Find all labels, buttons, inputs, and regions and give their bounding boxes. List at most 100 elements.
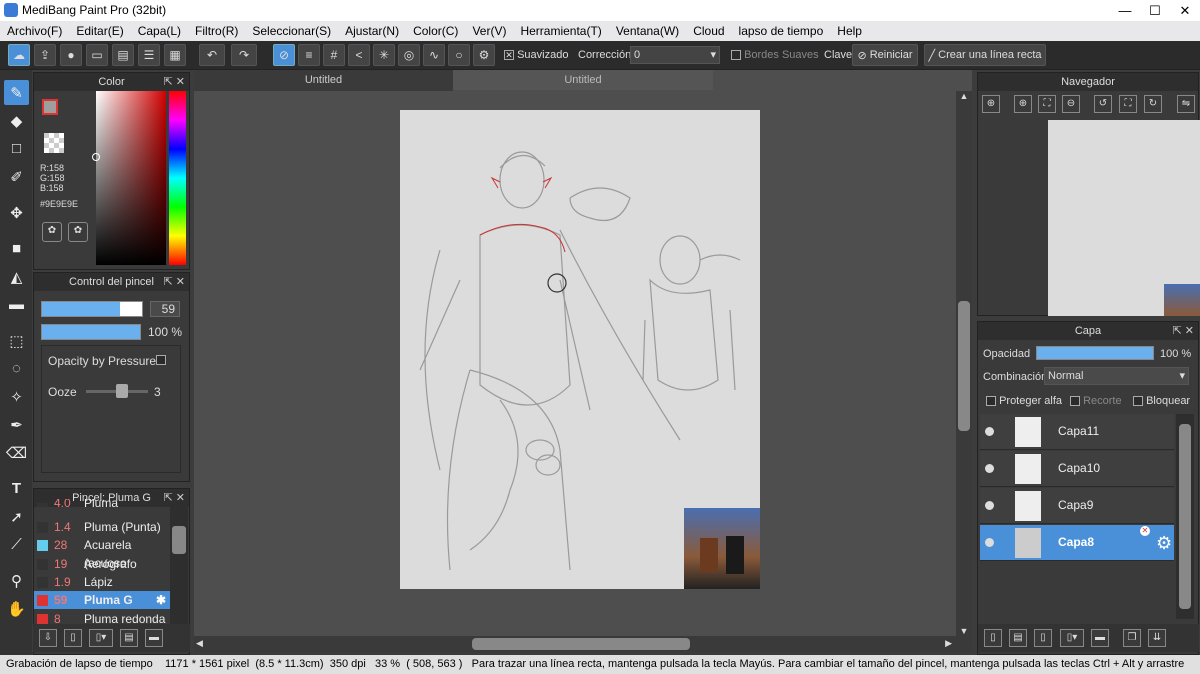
reset-view-icon[interactable]: ⛶ [1119,95,1137,113]
menu-color[interactable]: Color(C) [406,21,465,41]
transparent-color-swatch[interactable] [44,133,64,153]
menu-ventana[interactable]: Ventana(W) [609,21,686,41]
undo-icon[interactable]: ↶ [199,44,225,66]
upload-icon[interactable]: ⇪ [34,44,56,66]
hue-slider[interactable] [169,91,186,265]
snap-settings-icon[interactable]: ⚙ [473,44,495,66]
redo-icon[interactable]: ↷ [231,44,257,66]
menu-filtro[interactable]: Filtro(R) [188,21,245,41]
brush-download-icon[interactable]: ⇩ [39,629,57,647]
brush-list-scroll-thumb[interactable] [172,526,186,554]
straight-line-button[interactable]: ╱ Crear una línea recta [924,44,1046,66]
eraser-tool-icon[interactable]: ◆ [4,108,29,133]
brush-item[interactable]: 1.4 Pluma (Punta) [34,518,170,536]
tab-untitled-2[interactable]: Untitled [453,70,713,90]
page-grid-icon[interactable]: ▦ [164,44,186,66]
canvas-vertical-scrollbar[interactable]: ▲ ▼ [956,91,972,636]
visibility-icon[interactable] [985,538,994,547]
flip-icon[interactable]: ⇋ [1177,95,1195,113]
menu-lapso[interactable]: lapso de tiempo [732,21,831,41]
reset-button[interactable]: ⊘ Reiniciar [852,44,918,66]
layers-scroll-thumb[interactable] [1179,424,1191,609]
rotate-left-icon[interactable]: ↺ [1094,95,1112,113]
add-brush-icon[interactable]: ▯▾ [89,629,113,647]
add-layer-dropdown-icon[interactable]: ▯▾ [1060,629,1084,647]
layer-row[interactable]: Capa9 [980,488,1174,524]
new-halftone-layer-icon[interactable]: ▤ [1009,629,1027,647]
layers-scrollbar[interactable] [1176,414,1194,619]
opacity-pressure-checkbox[interactable] [156,355,166,365]
rectangle-tool-icon[interactable]: □ [4,136,29,161]
snap-off-icon[interactable]: ⊘ [273,44,295,66]
radial-snap-icon[interactable]: < [348,44,370,66]
soft-edges-checkbox[interactable]: Bordes Suaves [731,49,819,61]
brush-settings-icon[interactable]: ✱ [156,591,166,609]
speech-bubble-icon[interactable]: ● [60,44,82,66]
magic-wand-tool-icon[interactable]: ✧ [4,384,29,409]
cloud-icon[interactable]: ☁ [8,44,30,66]
layer-opacity-slider[interactable] [1036,346,1154,360]
canvas-horizontal-scrollbar[interactable]: ◀ ▶ [194,636,972,652]
operation-tool-icon[interactable]: ➚ [4,504,29,529]
layer-row[interactable]: Capa11 [980,414,1174,450]
brush-item[interactable]: 19 Aerógrafo [34,555,170,573]
saturation-value-picker[interactable] [96,91,166,265]
fit-screen-icon[interactable]: ⛶ [1038,95,1056,113]
protect-alpha-checkbox[interactable]: Proteger alfa [986,395,1062,407]
ooze-slider-handle[interactable] [116,384,128,398]
page-list-icon[interactable]: ☰ [138,44,160,66]
maximize-button[interactable]: ☐ [1140,2,1170,19]
layer-row[interactable]: Capa10 [980,451,1174,487]
new-brush-icon[interactable]: ▯ [64,629,82,647]
menu-ajustar[interactable]: Ajustar(N) [338,21,406,41]
canvas-hscroll-thumb[interactable] [472,638,690,650]
page-icon[interactable]: ▤ [112,44,134,66]
curve-snap-icon[interactable]: ∿ [423,44,445,66]
select-eraser-tool-icon[interactable]: ⌫ [4,440,29,465]
menu-archivo[interactable]: Archivo(F) [0,21,69,41]
minimize-button[interactable]: — [1110,2,1140,19]
new-1bit-layer-icon[interactable]: ▯ [1034,629,1052,647]
grid-snap-icon[interactable]: # [323,44,345,66]
brush-tool-icon[interactable]: ✎ [4,80,29,105]
scroll-right-icon[interactable]: ▶ [945,638,952,649]
clip-checkbox[interactable]: Recorte [1070,395,1122,407]
panel-close-icon[interactable]: ⇱ ✕ [164,73,186,91]
menu-capa[interactable]: Capa(L) [131,21,188,41]
brush-folder-icon[interactable]: ▬ [145,629,163,647]
gradient-tool-icon[interactable]: ▬ [4,292,29,317]
concentric-snap-icon[interactable]: ◎ [398,44,420,66]
parallel-snap-icon[interactable]: ≡ [298,44,320,66]
menu-herramienta[interactable]: Herramienta(T) [513,21,608,41]
zoom-in-icon[interactable]: ⊕ [982,95,1000,113]
brush-list-scrollbar[interactable] [170,506,188,624]
merge-layer-icon[interactable]: ⇊ [1148,629,1166,647]
layer-row-selected[interactable]: Capa8 ✕ ⚙ [980,525,1174,561]
visibility-icon[interactable] [985,501,994,510]
comment-icon[interactable]: ▭ [86,44,108,66]
eyedropper-tool-icon[interactable]: ⚲ [4,568,29,593]
brush-properties-icon[interactable]: ▤ [120,629,138,647]
palette-icon[interactable]: ✿ [42,222,62,242]
close-button[interactable]: ✕ [1170,2,1200,19]
palette-settings-icon[interactable]: ✿ [68,222,88,242]
brush-size-value[interactable]: 59 [150,301,180,317]
brush-opacity-slider[interactable] [41,324,141,340]
hand-tool-icon[interactable]: ✋ [4,596,29,621]
panel-close-icon[interactable]: ⇱ ✕ [164,273,186,291]
scroll-left-icon[interactable]: ◀ [196,638,203,649]
layer-settings-gear-icon[interactable]: ⚙ [1156,533,1172,554]
select-tool-icon[interactable]: ⬚ [4,328,29,353]
move-tool-icon[interactable]: ✥ [4,200,29,225]
lasso-tool-icon[interactable]: ◌ [4,356,29,381]
smoothing-checkbox[interactable]: ✕ Suavizado [504,49,568,61]
burst-snap-icon[interactable]: ✳ [373,44,395,66]
menu-cloud[interactable]: Cloud [686,21,731,41]
navigator-preview[interactable] [1048,120,1200,316]
bucket-tool-icon[interactable]: ◭ [4,264,29,289]
color-picker-cursor[interactable] [92,153,100,161]
brush-item[interactable]: 1.9 Lápiz [34,573,170,591]
visibility-icon[interactable] [985,427,994,436]
delete-layer-icon[interactable]: ✕ [1140,526,1150,536]
scroll-down-icon[interactable]: ▼ [956,626,972,636]
